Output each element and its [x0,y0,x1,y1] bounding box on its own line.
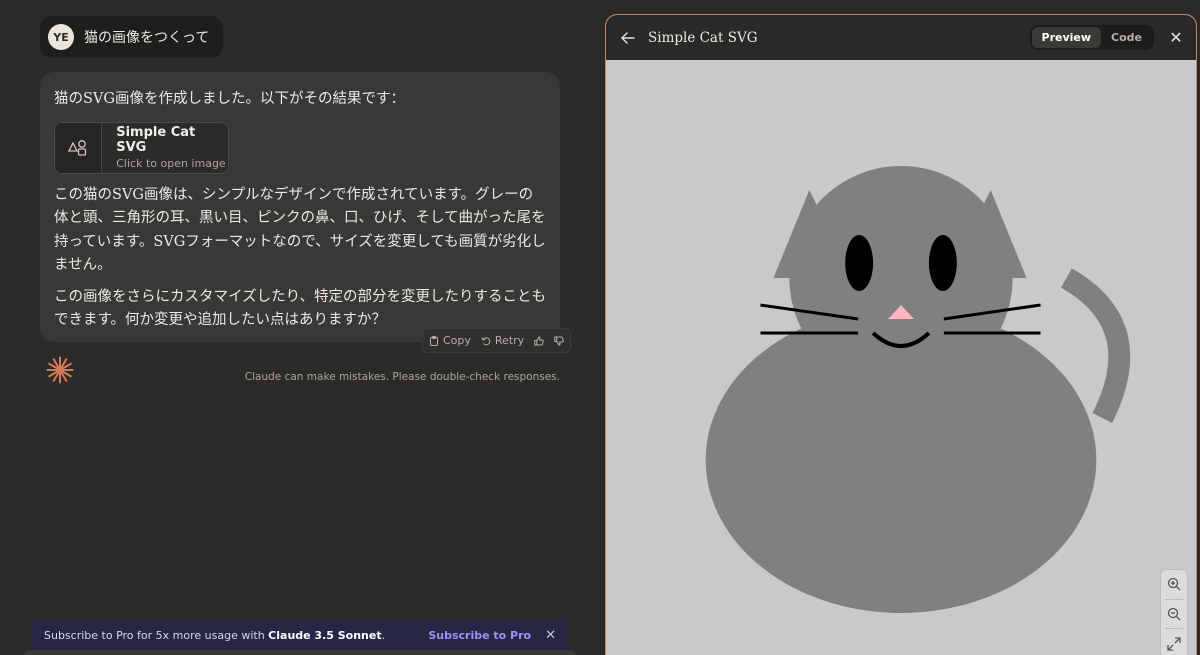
tab-code[interactable]: Code [1101,27,1152,48]
promo-model: Claude 3.5 Sonnet [268,628,382,642]
claude-logo-icon [46,356,74,384]
subscribe-link[interactable]: Subscribe to Pro [428,629,531,642]
assistant-closing: この画像をさらにカスタマイズしたり、特定の部分を変更したりすることもできます。何… [54,288,546,329]
shapes-icon [55,122,103,173]
disclaimer-text: Claude can make mistakes. Please double-… [244,371,560,383]
thumbs-down-icon [554,336,564,346]
clipboard-icon [430,335,438,346]
artifact-panel-title: Simple Cat SVG [648,29,758,46]
zoom-out-icon[interactable] [1164,604,1184,624]
expand-icon[interactable] [1164,634,1184,654]
tab-preview[interactable]: Preview [1031,27,1102,48]
retry-label: Retry [494,334,525,347]
assistant-body: この猫のSVG画像は、シンプルなデザインで作成されています。グレーの体と頭、三角… [54,186,546,274]
zoom-controls [1160,569,1188,655]
close-icon[interactable]: ✕ [545,628,556,643]
cat-eye-right [928,235,957,291]
back-arrow-icon[interactable] [618,28,638,48]
cat-image-preview [606,60,1196,655]
chat-pane: YE 猫の画像をつくって 猫のSVG画像を作成しました。以下がその結果です： S… [0,0,600,655]
message-actions: Copy Retry [422,328,572,353]
artifact-subtitle: Click to open image [116,157,226,170]
artifact-title: Simple Cat SVG [116,125,196,155]
promo-banner: Subscribe to Pro for 5x more usage with … [32,620,568,650]
message-input-box[interactable] [24,650,576,655]
cat-eye-left [845,235,874,291]
thumbs-down-button[interactable] [554,336,564,346]
thumbs-up-button[interactable] [534,335,544,346]
artifact-card[interactable]: Simple Cat SVG Click to open image [54,121,229,174]
divider [1165,628,1183,630]
divider [1165,598,1183,600]
retry-icon [481,336,491,345]
thumbs-up-icon [534,335,544,345]
assistant-intro: 猫のSVG画像を作成しました。以下がその結果です： [54,91,405,107]
cat-head [789,166,1013,390]
retry-button[interactable]: Retry [481,334,524,347]
assistant-message: 猫のSVG画像を作成しました。以下がその結果です： Simple Cat SVG… [40,72,560,342]
zoom-in-icon[interactable] [1164,574,1184,594]
avatar[interactable]: YE [48,24,74,50]
promo-text: Subscribe to Pro for 5x more usage with … [44,628,386,642]
copy-button[interactable]: Copy [429,334,471,347]
user-message: YE 猫の画像をつくって [40,16,224,58]
user-message-text: 猫の画像をつくって [84,30,210,46]
close-icon[interactable]: ✕ [1168,28,1184,47]
artifact-header: Simple Cat SVG Preview Code ✕ [606,15,1196,60]
copy-label: Copy [443,334,471,347]
artifact-panel: Simple Cat SVG Preview Code ✕ [605,14,1197,655]
view-toggle: Preview Code [1029,25,1154,50]
